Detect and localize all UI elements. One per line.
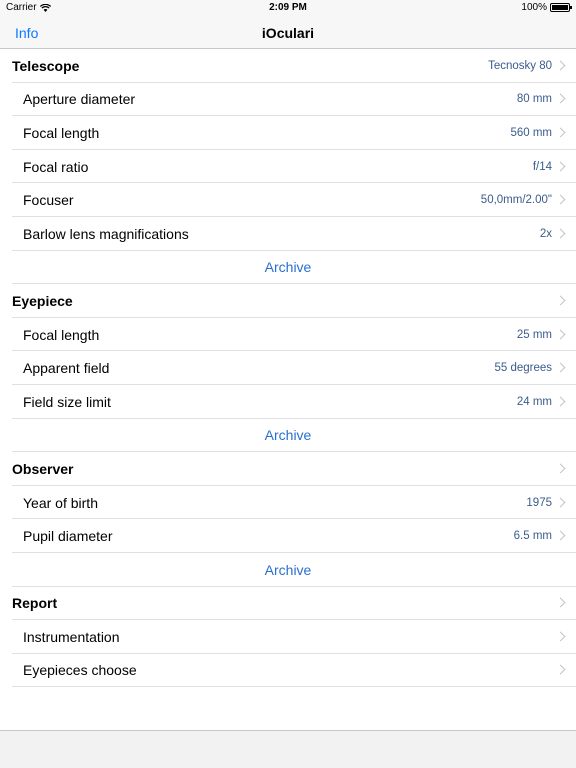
chevron-right-icon [555, 497, 566, 507]
focal-ratio-row[interactable]: Focal ratio f/14 [0, 150, 576, 184]
observer-header-row[interactable]: Observer [0, 452, 576, 486]
row-value: 50,0mm/2.00" [480, 194, 552, 207]
row-value: 55 degrees [494, 362, 552, 375]
row-value: f/14 [532, 160, 552, 173]
row-value: 2x [539, 227, 552, 240]
telescope-archive-button[interactable]: Archive [265, 259, 312, 275]
separator [12, 686, 576, 688]
battery-tip [570, 6, 572, 9]
row-label: Year of birth [23, 494, 98, 511]
settings-list: Telescope Tecnosky 80 Aperture diameter … [0, 49, 576, 688]
eyepiece-archive-button[interactable]: Archive [265, 427, 312, 443]
chevron-right-icon [555, 93, 566, 104]
pupil-diameter-row[interactable]: Pupil diameter 6.5 mm [0, 519, 576, 553]
report-header-row[interactable]: Report [0, 587, 576, 621]
aperture-diameter-row[interactable]: Aperture diameter 80 mm [0, 83, 576, 117]
status-time: 2:09 PM [269, 2, 307, 13]
instrumentation-row[interactable]: Instrumentation [0, 620, 576, 654]
report-header: Report [12, 595, 58, 612]
chevron-right-icon [555, 463, 566, 474]
row-label: Focal length [23, 124, 100, 141]
chevron-right-icon [555, 295, 566, 306]
focuser-row[interactable]: Focuser 50,0mm/2.00" [0, 183, 576, 217]
battery-icon [550, 3, 572, 12]
chevron-right-icon [555, 631, 566, 642]
row-label: Barlow lens magnifications [23, 225, 189, 242]
row-label: Focal length [23, 326, 100, 343]
chevron-right-icon [555, 127, 566, 138]
row-value: 6.5 mm [513, 530, 552, 543]
chevron-right-icon [555, 597, 566, 608]
chevron-right-icon [555, 329, 566, 339]
battery-level [552, 5, 568, 10]
barlow-lens-row[interactable]: Barlow lens magnifications 2x [0, 217, 576, 251]
row-label: Instrumentation [23, 628, 120, 645]
chevron-right-icon [555, 362, 566, 373]
row-value: 560 mm [510, 126, 552, 139]
chevron-right-icon [555, 161, 566, 172]
telescope-header: Telescope [12, 57, 80, 74]
eyepieces-choose-row[interactable]: Eyepieces choose [0, 654, 576, 688]
telescope-focal-length-row[interactable]: Focal length 560 mm [0, 116, 576, 150]
row-label: Focal ratio [23, 158, 89, 175]
row-label: Pupil diameter [23, 528, 113, 545]
year-of-birth-row[interactable]: Year of birth 1975 [0, 486, 576, 520]
eyepiece-focal-length-row[interactable]: Focal length 25 mm [0, 318, 576, 352]
apparent-field-row[interactable]: Apparent field 55 degrees [0, 351, 576, 385]
row-label: Eyepieces choose [23, 662, 137, 679]
row-value: 1975 [526, 496, 552, 509]
chevron-right-icon [555, 228, 566, 239]
chevron-right-icon [555, 194, 566, 205]
chevron-right-icon [555, 396, 566, 407]
row-label: Apparent field [23, 360, 110, 377]
status-right: 100% [521, 2, 572, 13]
row-label: Field size limit [23, 393, 111, 410]
row-value: 80 mm [516, 93, 552, 106]
eyepiece-archive-row: Archive [0, 419, 576, 453]
chevron-right-icon [555, 60, 566, 71]
bottom-toolbar [0, 730, 576, 768]
row-label: Aperture diameter [23, 91, 136, 108]
row-value: 25 mm [516, 328, 552, 341]
battery-percent: 100% [521, 2, 547, 13]
telescope-header-row[interactable]: Telescope Tecnosky 80 [0, 49, 576, 83]
chevron-right-icon [555, 665, 566, 675]
telescope-archive-row: Archive [0, 251, 576, 285]
field-size-limit-row[interactable]: Field size limit 24 mm [0, 385, 576, 419]
observer-header: Observer [12, 460, 74, 477]
row-value: 24 mm [516, 395, 552, 408]
observer-archive-row: Archive [0, 553, 576, 587]
status-bar: Carrier 2:09 PM 100% [0, 0, 576, 16]
chevron-right-icon [555, 530, 566, 541]
row-label: Focuser [23, 192, 74, 209]
observer-archive-button[interactable]: Archive [265, 562, 312, 578]
nav-title: iOculari [261, 25, 315, 41]
navigation-bar: Info iOculari [0, 16, 576, 49]
telescope-value: Tecnosky 80 [488, 59, 552, 72]
eyepiece-header: Eyepiece [12, 292, 73, 309]
eyepiece-header-row[interactable]: Eyepiece [0, 284, 576, 318]
